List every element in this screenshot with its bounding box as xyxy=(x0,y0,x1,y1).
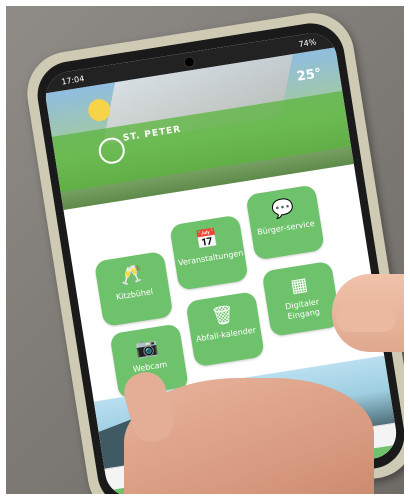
background-wall: 17:04 74% 25° ST. PETER 🥂 Kitzbühel 📅 Ve… xyxy=(6,6,404,494)
tile-veranstaltungen[interactable]: 📅 Veranstaltungen xyxy=(169,214,249,291)
tile-digitaler-eingang[interactable]: ▦ Digitaler Eingang xyxy=(261,260,342,337)
status-battery: 74% xyxy=(297,36,317,49)
tile-grid: 🥂 Kitzbühel 📅 Veranstaltungen 💬 Bürger-s… xyxy=(87,181,360,400)
tile-abfallkalender[interactable]: 🗑 Abfall-kalender xyxy=(185,291,265,368)
right-finger xyxy=(336,306,396,332)
temperature-label: 25° xyxy=(295,66,323,85)
status-time: 17:04 xyxy=(60,73,85,87)
tile-buergerservice[interactable]: 💬 Bürger-service xyxy=(245,184,325,261)
photo-frame: 17:04 74% 25° ST. PETER 🥂 Kitzbühel 📅 Ve… xyxy=(0,0,410,500)
tile-kitzbuehel[interactable]: 🥂 Kitzbühel xyxy=(93,250,174,328)
